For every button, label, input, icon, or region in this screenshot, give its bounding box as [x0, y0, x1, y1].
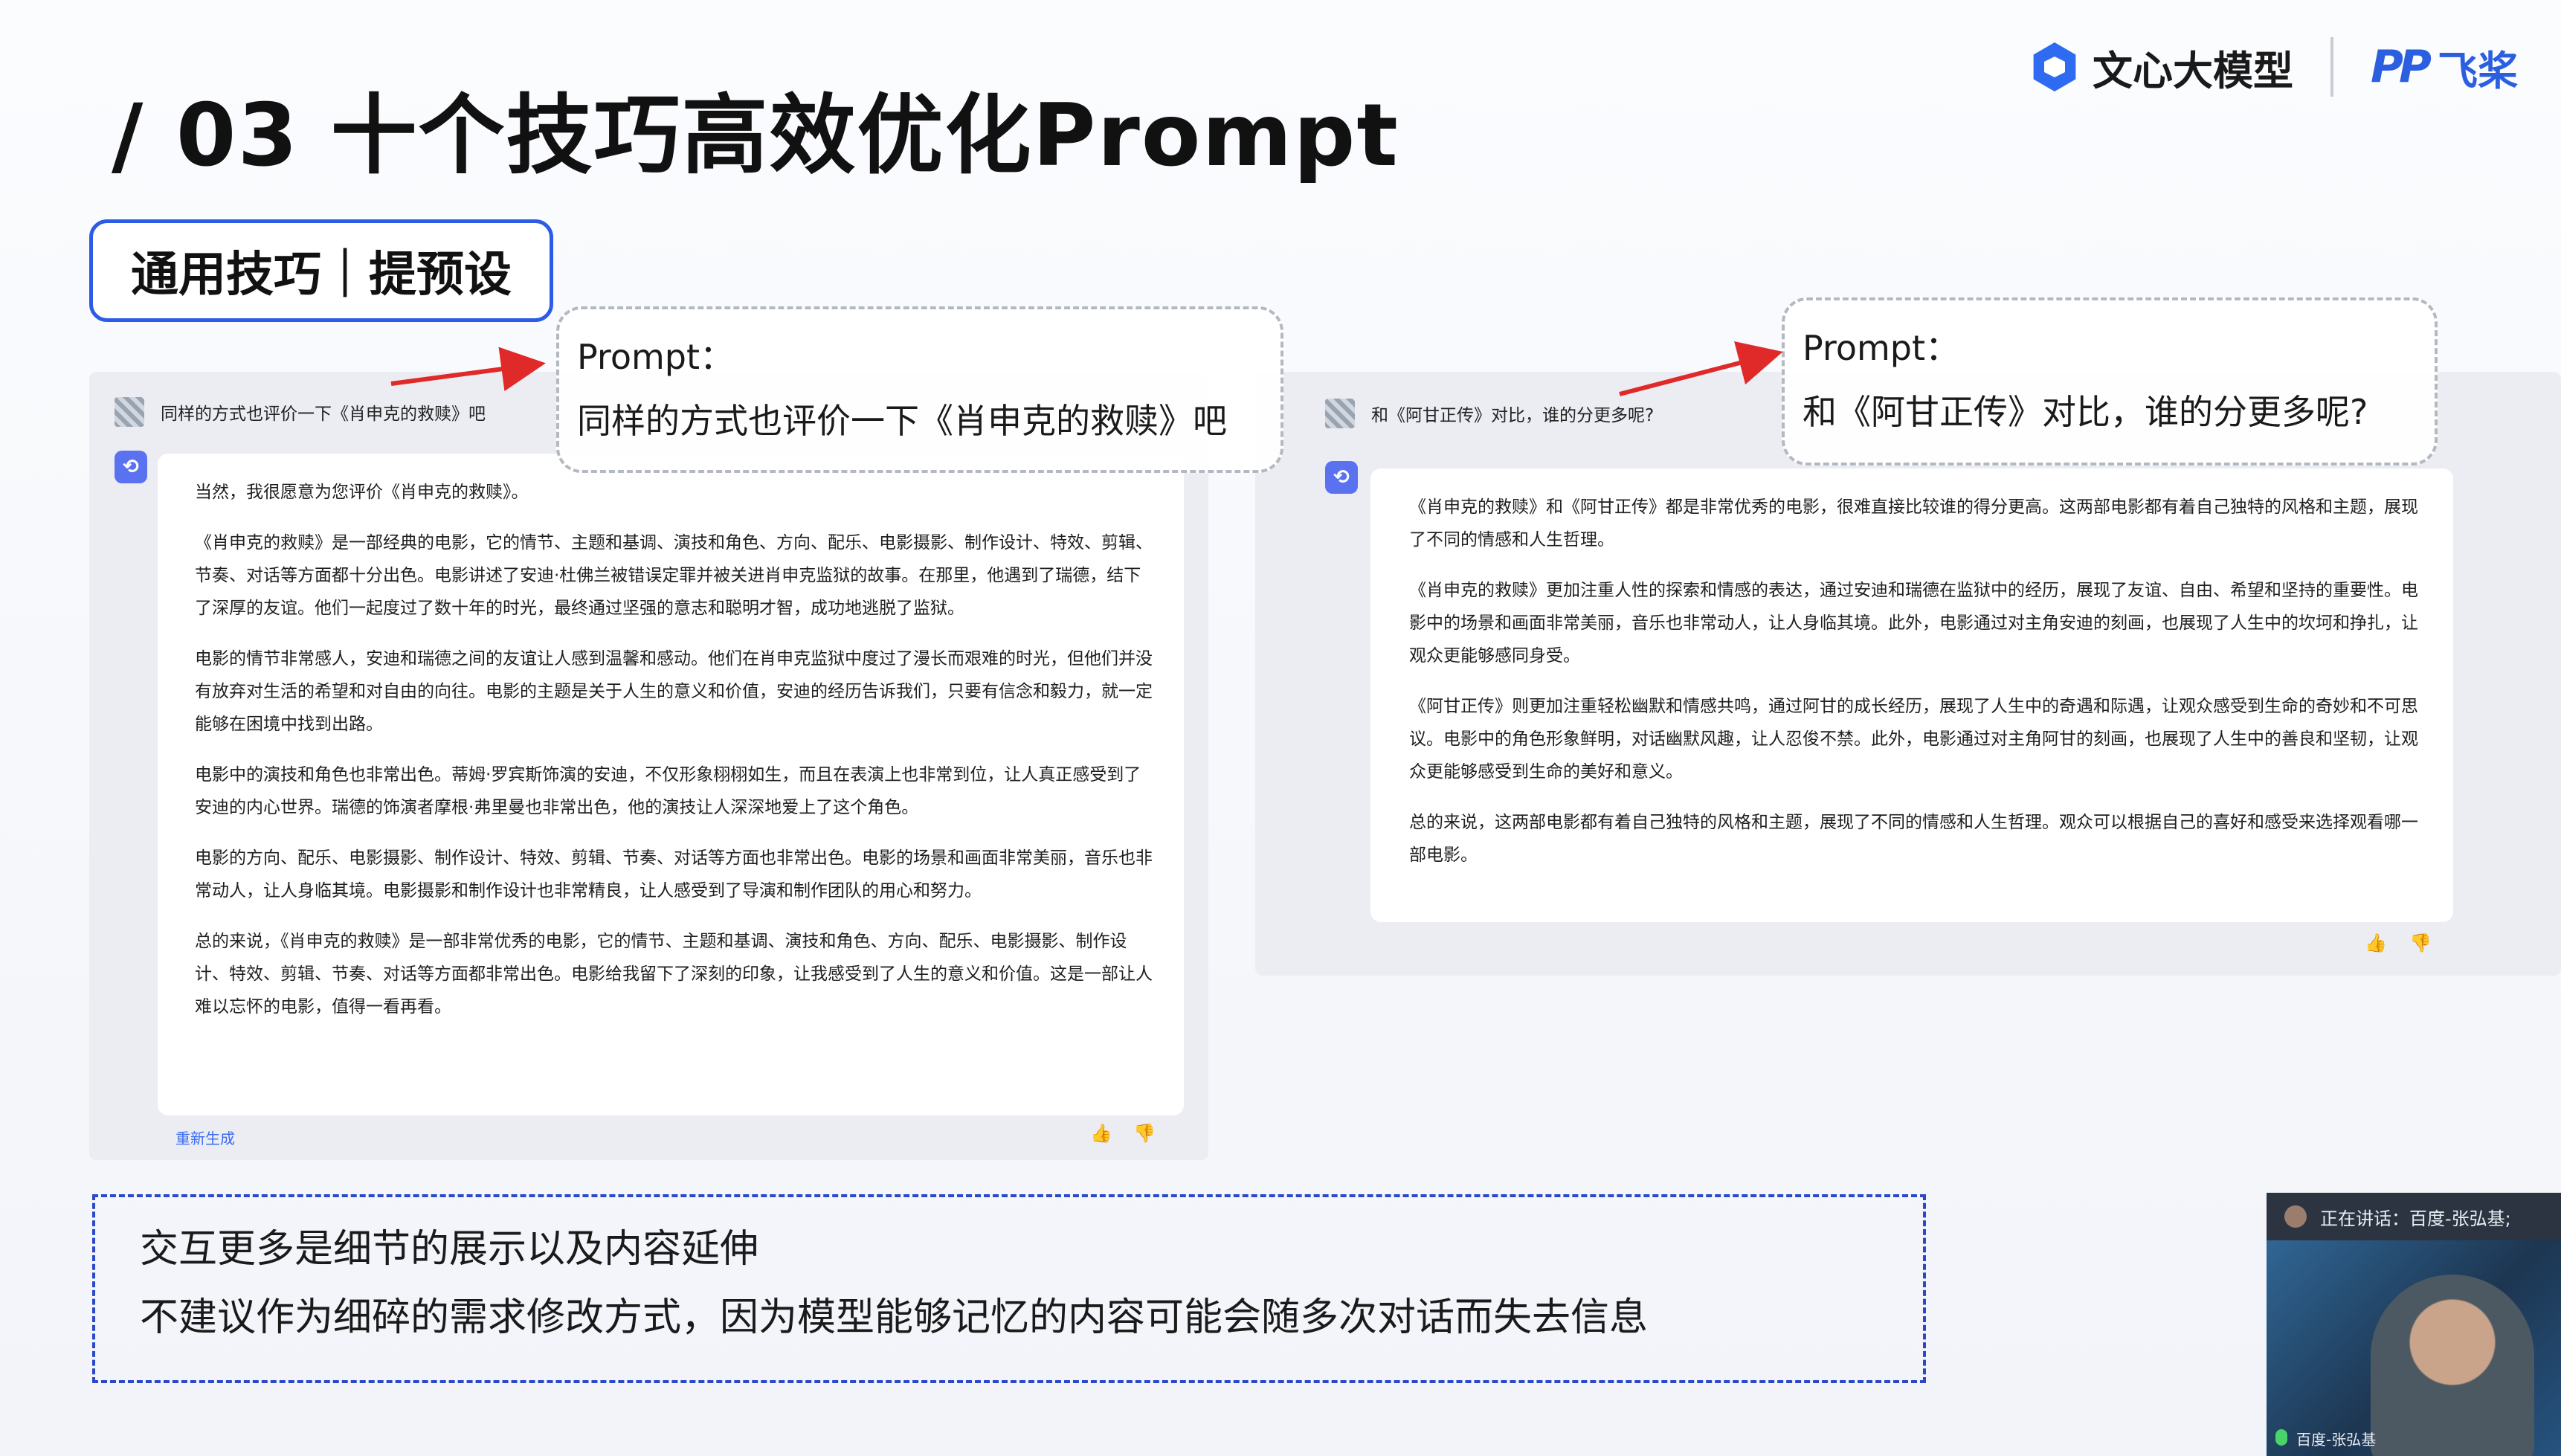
- thumbs-up-icon[interactable]: 👍: [2365, 932, 2387, 953]
- prompt-text: 同样的方式也评价一下《肖申克的救赎》吧: [577, 401, 1227, 441]
- ernie-bot-icon: ⟲: [1325, 461, 1358, 494]
- paddle-logo-icon: PP: [2371, 41, 2432, 93]
- prompt-callout-left: Prompt： 同样的方式也评价一下《肖申克的救赎》吧: [556, 306, 1283, 473]
- user-avatar: [1325, 399, 1355, 428]
- brand-divider: [2330, 37, 2333, 97]
- technique-tag: 通用技巧｜提预设: [89, 219, 553, 322]
- speaking-indicator: 正在讲话：百度-张弘基;: [2267, 1193, 2561, 1240]
- answer-paragraph: 总的来说，《肖申克的救赎》是一部非常优秀的电影，它的情节、主题和基调、演技和角色…: [195, 932, 1153, 1017]
- prompt-text: 和《阿甘正传》对比，谁的分更多呢?: [1803, 392, 2368, 432]
- thumbs-down-icon[interactable]: 👎: [1133, 1123, 1156, 1144]
- prompt-label: Prompt：: [577, 337, 735, 377]
- answer-paragraph: 电影中的演技和角色也非常出色。蒂姆·罗宾斯饰演的安迪，不仅形象栩栩如生，而且在表…: [195, 765, 1141, 817]
- thumbs-down-icon[interactable]: 👎: [2409, 932, 2432, 953]
- note-box: 交互更多是细节的展示以及内容延伸 不建议作为细碎的需求修改方式，因为模型能够记忆…: [92, 1194, 1926, 1383]
- answer-paragraph: 《肖申克的救赎》更加注重人性的探索和情感的表达，通过安迪和瑞德在监狱中的经历，展…: [1409, 581, 2418, 666]
- wenxin-cube-icon: [2030, 42, 2079, 91]
- speaker-video: [2371, 1275, 2534, 1456]
- note-line-2: 不建议作为细碎的需求修改方式，因为模型能够记忆的内容可能会随多次对话而失去信息: [140, 1295, 1649, 1340]
- speaking-status: 正在讲话：百度-张弘基;: [2320, 1208, 2511, 1229]
- answer-paragraph: 电影的情节非常感人，安迪和瑞德之间的友谊让人感到温馨和感动。他们在肖申克监狱中度…: [195, 649, 1153, 734]
- answer-paragraph: 《肖申克的救赎》是一部经典的电影，它的情节、主题和基调、演技和角色、方向、配乐、…: [195, 533, 1153, 618]
- user-question: 和《阿甘正传》对比，谁的分更多呢?: [1371, 406, 1655, 425]
- regenerate-button[interactable]: 重新生成: [175, 1127, 235, 1148]
- answer-paragraph: 《肖申克的救赎》和《阿甘正传》都是非常优秀的电影，很难直接比较谁的得分更高。这两…: [1409, 497, 2418, 550]
- answer-paragraph: 电影的方向、配乐、电影摄影、制作设计、特效、剪辑、节奏、对话等方面也非常出色。电…: [195, 848, 1153, 901]
- slide-title: / 03 十个技巧高效优化Prompt: [112, 86, 1399, 186]
- user-question-row: 同样的方式也评价一下《肖申克的救赎》吧: [115, 397, 486, 427]
- thumbs-up-icon[interactable]: 👍: [1090, 1123, 1112, 1144]
- user-question: 同样的方式也评价一下《肖申克的救赎》吧: [161, 405, 486, 424]
- user-question-row: 和《阿甘正传》对比，谁的分更多呢?: [1325, 399, 1654, 428]
- answer-paragraph: 当然，我很愿意为您评价《肖申克的救赎》。: [195, 483, 529, 502]
- answer-paragraph: 总的来说，这两部电影都有着自己独特的风格和主题，展现了不同的情感和人生哲理。观众…: [1409, 813, 2418, 865]
- brand-feijiang: 飞桨: [2437, 47, 2518, 94]
- speaker-avatar-icon: [2284, 1205, 2307, 1228]
- user-avatar: [115, 397, 144, 427]
- prompt-callout-right: Prompt： 和《阿甘正传》对比，谁的分更多呢?: [1782, 297, 2438, 466]
- ernie-bot-icon: ⟲: [115, 451, 147, 483]
- note-line-1: 交互更多是细节的展示以及内容延伸: [140, 1227, 759, 1272]
- answer-paragraph: 《阿甘正传》则更加注重轻松幽默和情感共鸣，通过阿甘的成长经历，展现了人生中的奇遇…: [1409, 697, 2418, 782]
- bot-answer-card: 《肖申克的救赎》和《阿甘正传》都是非常优秀的电影，很难直接比较谁的得分更高。这两…: [1370, 468, 2453, 922]
- prompt-label: Prompt：: [1803, 328, 1960, 368]
- brand-wenxin: 文心大模型: [2093, 47, 2293, 94]
- speaker-webcam: 正在讲话：百度-张弘基; 百度-张弘基: [2267, 1193, 2561, 1456]
- bot-answer-card: 当然，我很愿意为您评价《肖申克的救赎》。 《肖申克的救赎》是一部经典的电影，它的…: [158, 454, 1184, 1115]
- mic-icon: [2275, 1429, 2287, 1446]
- speaker-name: 百度-张弘基: [2296, 1431, 2377, 1449]
- brand-logos: 文心大模型 PP 飞桨: [2030, 37, 2518, 97]
- left-chat-screenshot: 同样的方式也评价一下《肖申克的救赎》吧 ⟲ 当然，我很愿意为您评价《肖申克的救赎…: [89, 372, 1208, 1160]
